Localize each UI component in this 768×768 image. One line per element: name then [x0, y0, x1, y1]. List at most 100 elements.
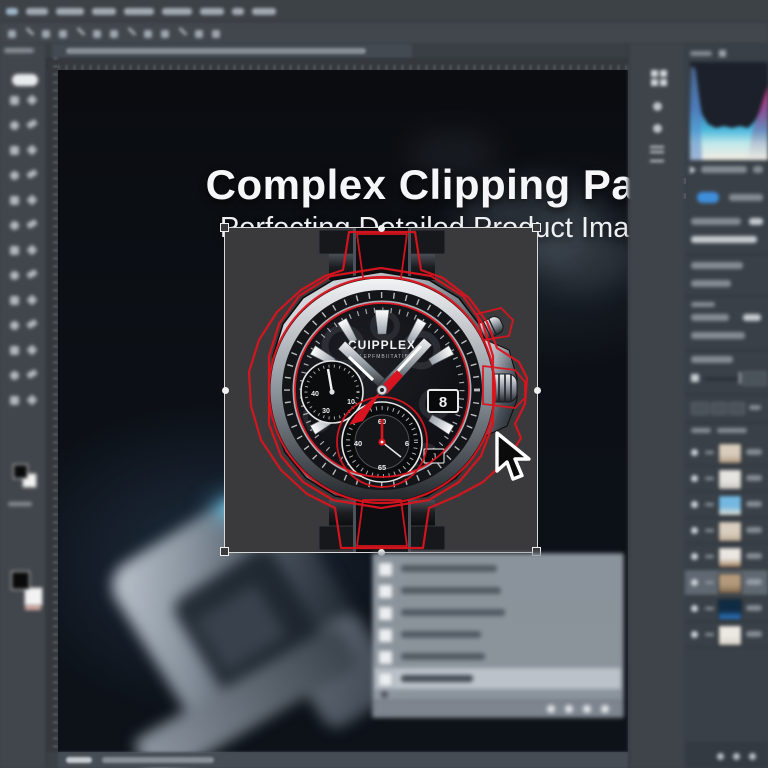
selection-box[interactable]: CUIPPLEX CLEPFMBIITATIB 40 30 10 60 40 [224, 227, 538, 553]
path-item[interactable] [375, 558, 621, 579]
tool-icon[interactable] [25, 294, 38, 306]
tool-icon[interactable] [10, 96, 19, 105]
tool-icon[interactable] [25, 244, 38, 256]
layer-thumbnail[interactable] [718, 625, 742, 646]
panel-action-icon[interactable] [601, 705, 609, 713]
option-icon[interactable] [25, 26, 35, 37]
tool-icon[interactable] [10, 296, 19, 305]
tool-icon[interactable] [25, 144, 38, 156]
menu-item[interactable] [162, 8, 192, 15]
option-icon[interactable] [8, 30, 16, 38]
transform-handle-sw[interactable] [220, 547, 229, 556]
layer-row[interactable] [685, 570, 768, 596]
path-item[interactable] [375, 624, 621, 645]
option-icon[interactable] [144, 30, 152, 38]
adjustments-icon[interactable] [651, 70, 667, 86]
layer-row[interactable] [685, 544, 768, 570]
tool-icon[interactable] [10, 346, 19, 355]
layer-thumbnail[interactable] [718, 547, 742, 568]
eye-icon[interactable] [691, 553, 698, 560]
layer-thumbnail[interactable] [718, 469, 742, 490]
tool-icon[interactable] [25, 118, 38, 130]
eye-icon[interactable] [691, 527, 698, 534]
new-layer-icon[interactable] [733, 753, 740, 760]
transform-handle-nw[interactable] [220, 223, 229, 232]
eye-icon[interactable] [691, 501, 698, 508]
folder-icon[interactable] [717, 753, 724, 760]
tool-icon[interactable] [25, 268, 38, 280]
transform-handle-ne[interactable] [532, 223, 541, 232]
menu-item[interactable] [56, 8, 84, 15]
histogram-menu-icon[interactable] [719, 50, 726, 57]
transform-handle-w[interactable] [222, 387, 229, 394]
tool-icon[interactable] [10, 221, 19, 230]
layer-row[interactable] [685, 518, 768, 544]
tool-icon[interactable] [25, 394, 38, 406]
tool-icon[interactable] [25, 318, 38, 330]
option-icon[interactable] [195, 30, 203, 38]
slider-knob[interactable] [691, 374, 699, 382]
layer-thumbnail[interactable] [718, 573, 742, 594]
foreground-color-swatch[interactable] [13, 464, 28, 479]
layer-thumbnail[interactable] [718, 599, 742, 620]
menu-item[interactable] [232, 8, 244, 15]
option-icon[interactable] [110, 30, 118, 38]
path-item-selected[interactable] [375, 668, 621, 689]
layer-row[interactable] [685, 440, 768, 466]
eye-icon[interactable] [691, 631, 698, 638]
eye-icon[interactable] [691, 475, 698, 482]
path-item[interactable] [375, 580, 621, 601]
tool-icon[interactable] [25, 168, 38, 180]
panel-action-icon[interactable] [583, 705, 591, 713]
layer-row[interactable] [685, 492, 768, 518]
panel-action-icon[interactable] [565, 705, 573, 713]
layer-thumbnail[interactable] [718, 443, 742, 464]
eye-icon[interactable] [691, 605, 698, 612]
zoom-level[interactable] [66, 757, 92, 763]
layer-thumbnail[interactable] [718, 495, 742, 516]
document-tab[interactable] [52, 44, 412, 58]
toggle-pill[interactable] [697, 192, 719, 203]
layer-row[interactable] [685, 466, 768, 492]
tool-icon[interactable] [10, 371, 19, 380]
layer-thumbnail[interactable] [718, 521, 742, 542]
option-icon[interactable] [76, 26, 86, 37]
option-icon[interactable] [161, 30, 169, 38]
tool-icon[interactable] [10, 121, 19, 130]
foreground-color-swatch[interactable] [11, 571, 30, 590]
slider-track[interactable] [705, 378, 739, 380]
panel-button[interactable] [711, 402, 727, 415]
tool-icon[interactable] [10, 246, 19, 255]
transform-handle-e[interactable] [534, 387, 541, 394]
eye-icon[interactable] [691, 449, 698, 456]
properties-icon[interactable] [650, 146, 664, 162]
eye-icon[interactable] [691, 579, 698, 586]
tool-icon[interactable] [10, 271, 19, 280]
panel-icon[interactable] [653, 102, 662, 111]
option-icon[interactable] [42, 30, 50, 38]
panel-icon[interactable] [653, 124, 662, 133]
path-item[interactable] [375, 646, 621, 667]
layer-row[interactable] [685, 596, 768, 622]
tool-icon[interactable] [10, 171, 19, 180]
tool-icon[interactable] [25, 368, 38, 380]
option-icon[interactable] [212, 30, 220, 38]
option-icon[interactable] [127, 26, 137, 37]
menu-item[interactable] [252, 8, 276, 15]
menu-item[interactable] [124, 8, 154, 15]
panel-button[interactable] [691, 402, 709, 415]
option-icon[interactable] [93, 30, 101, 38]
layer-row[interactable] [685, 622, 768, 648]
tool-icon[interactable] [25, 194, 38, 206]
watch-image[interactable]: CUIPPLEX CLEPFMBIITATIB 40 30 10 60 40 [225, 228, 537, 552]
menu-item[interactable] [92, 8, 116, 15]
tool-icon[interactable] [10, 396, 19, 405]
slider-value-box[interactable] [743, 371, 767, 386]
path-item[interactable] [375, 602, 621, 623]
option-icon[interactable] [178, 26, 188, 37]
panel-action-icon[interactable] [547, 705, 555, 713]
tool-icon[interactable] [25, 218, 38, 230]
tool-icon[interactable] [10, 146, 19, 155]
section-caret-icon[interactable] [690, 166, 696, 174]
option-icon[interactable] [59, 30, 67, 38]
